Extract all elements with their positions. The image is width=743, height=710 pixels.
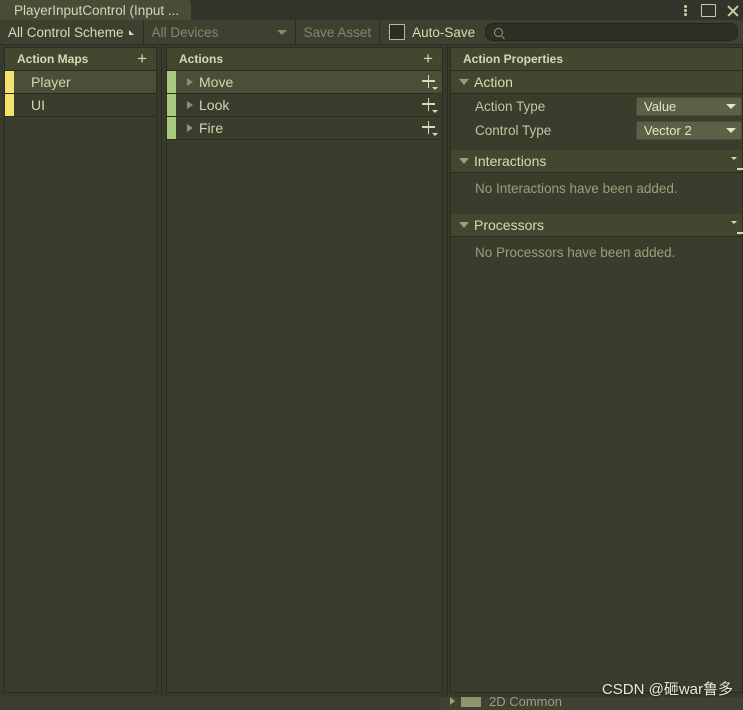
- chevron-down-icon: [128, 29, 139, 35]
- add-action-button[interactable]: +: [420, 50, 436, 67]
- window-controls: [679, 0, 739, 20]
- expand-triangle-icon[interactable]: [187, 101, 193, 109]
- chevron-down-icon[interactable]: [459, 79, 469, 85]
- interactions-section-label: Interactions: [474, 153, 547, 169]
- close-icon[interactable]: [726, 4, 739, 17]
- action-properties-title: Action Properties: [463, 52, 564, 66]
- action-label: Fire: [199, 120, 224, 136]
- action-maps-panel: Action Maps + Player UI: [4, 47, 157, 693]
- actions-title: Actions: [179, 52, 224, 66]
- processors-section-label: Processors: [474, 217, 545, 233]
- control-type-value: Vector 2: [644, 122, 692, 138]
- action-row-look[interactable]: Look: [167, 94, 442, 117]
- action-properties-header: Action Properties: [451, 48, 742, 71]
- add-binding-button[interactable]: [421, 96, 438, 114]
- control-type-dropdown[interactable]: Vector 2: [636, 120, 742, 140]
- action-section-foldout[interactable]: Action: [451, 71, 742, 94]
- processors-section-foldout[interactable]: Processors: [451, 214, 743, 240]
- unity-input-actions-editor: 2D Common PlayerInputControl (Input ... …: [0, 0, 743, 710]
- control-scheme-label: All Control Scheme: [8, 24, 124, 40]
- action-properties-column: Action Properties Action Action Type Val…: [448, 45, 743, 697]
- add-action-map-button[interactable]: +: [134, 50, 150, 67]
- chevron-right-icon: [450, 697, 455, 705]
- tab-player-input-control[interactable]: PlayerInputControl (Input ...: [0, 0, 192, 20]
- actions-column: Actions + Move Look Fire: [162, 45, 448, 697]
- devices-dropdown[interactable]: All Devices: [144, 20, 296, 44]
- search-field[interactable]: [485, 23, 738, 41]
- tab-title: PlayerInputControl (Input ...: [14, 2, 180, 18]
- action-maps-column: Action Maps + Player UI: [0, 45, 162, 697]
- expand-triangle-icon[interactable]: [187, 78, 193, 86]
- control-type-row: Control Type Vector 2: [451, 118, 742, 142]
- chevron-down-icon: [276, 29, 287, 35]
- chevron-down-icon: [726, 127, 736, 133]
- action-label: Look: [199, 97, 230, 113]
- square-icon[interactable]: [701, 3, 716, 17]
- action-map-label: Player: [31, 74, 71, 90]
- action-label: Move: [199, 74, 234, 90]
- action-marker: [167, 94, 176, 116]
- action-marker: [167, 71, 176, 93]
- action-marker: [167, 117, 176, 139]
- action-map-marker: [5, 94, 14, 116]
- processors-empty-message: No Processors have been added.: [475, 245, 676, 260]
- add-binding-button[interactable]: [421, 73, 438, 91]
- action-map-row-player[interactable]: Player: [5, 71, 156, 94]
- devices-label: All Devices: [151, 24, 219, 40]
- search-input[interactable]: [503, 24, 737, 40]
- action-row-move[interactable]: Move: [167, 71, 442, 94]
- action-type-label: Action Type: [475, 98, 546, 114]
- auto-save-label: Auto-Save: [412, 24, 476, 40]
- chevron-down-icon[interactable]: [459, 222, 469, 228]
- search-icon: [494, 27, 504, 37]
- action-type-value: Value: [644, 98, 677, 114]
- action-row-fire[interactable]: Fire: [167, 117, 442, 140]
- action-map-label: UI: [31, 97, 45, 113]
- control-type-label: Control Type: [475, 122, 552, 138]
- action-type-dropdown[interactable]: Value: [636, 96, 742, 116]
- action-map-marker: [5, 71, 14, 93]
- save-asset-button[interactable]: Save Asset: [296, 20, 381, 44]
- editor-toolbar: All Control Scheme All Devices Save Asse…: [0, 20, 743, 45]
- actions-header: Actions +: [167, 48, 442, 71]
- editor-columns: Action Maps + Player UI Actions + Move L…: [0, 45, 743, 697]
- auto-save-checkbox[interactable]: [389, 24, 406, 40]
- save-asset-label: Save Asset: [303, 24, 372, 40]
- action-maps-title: Action Maps: [17, 52, 89, 66]
- action-properties-panel: Action Properties Action Action Type Val…: [450, 47, 743, 693]
- vertical-dots-icon[interactable]: [679, 3, 691, 17]
- action-section-label: Action: [474, 74, 513, 90]
- window-tab-bar: PlayerInputControl (Input ...: [0, 0, 743, 20]
- add-binding-button[interactable]: [421, 119, 438, 137]
- action-type-row: Action Type Value: [451, 94, 742, 118]
- watermark: CSDN @砸war鲁多: [601, 681, 733, 698]
- action-map-row-ui[interactable]: UI: [5, 94, 156, 117]
- control-scheme-dropdown[interactable]: All Control Scheme: [0, 20, 144, 44]
- action-maps-header: Action Maps +: [5, 48, 156, 71]
- chevron-down-icon: [726, 103, 736, 109]
- auto-save-toggle[interactable]: Auto-Save: [380, 20, 485, 44]
- chevron-down-icon[interactable]: [459, 158, 469, 164]
- expand-triangle-icon[interactable]: [187, 124, 193, 132]
- input-actions-window: PlayerInputControl (Input ... All Contro…: [0, 0, 743, 697]
- interactions-empty-message: No Interactions have been added.: [475, 181, 678, 196]
- actions-panel: Actions + Move Look Fire: [166, 47, 443, 693]
- interactions-section-foldout[interactable]: Interactions: [451, 150, 743, 176]
